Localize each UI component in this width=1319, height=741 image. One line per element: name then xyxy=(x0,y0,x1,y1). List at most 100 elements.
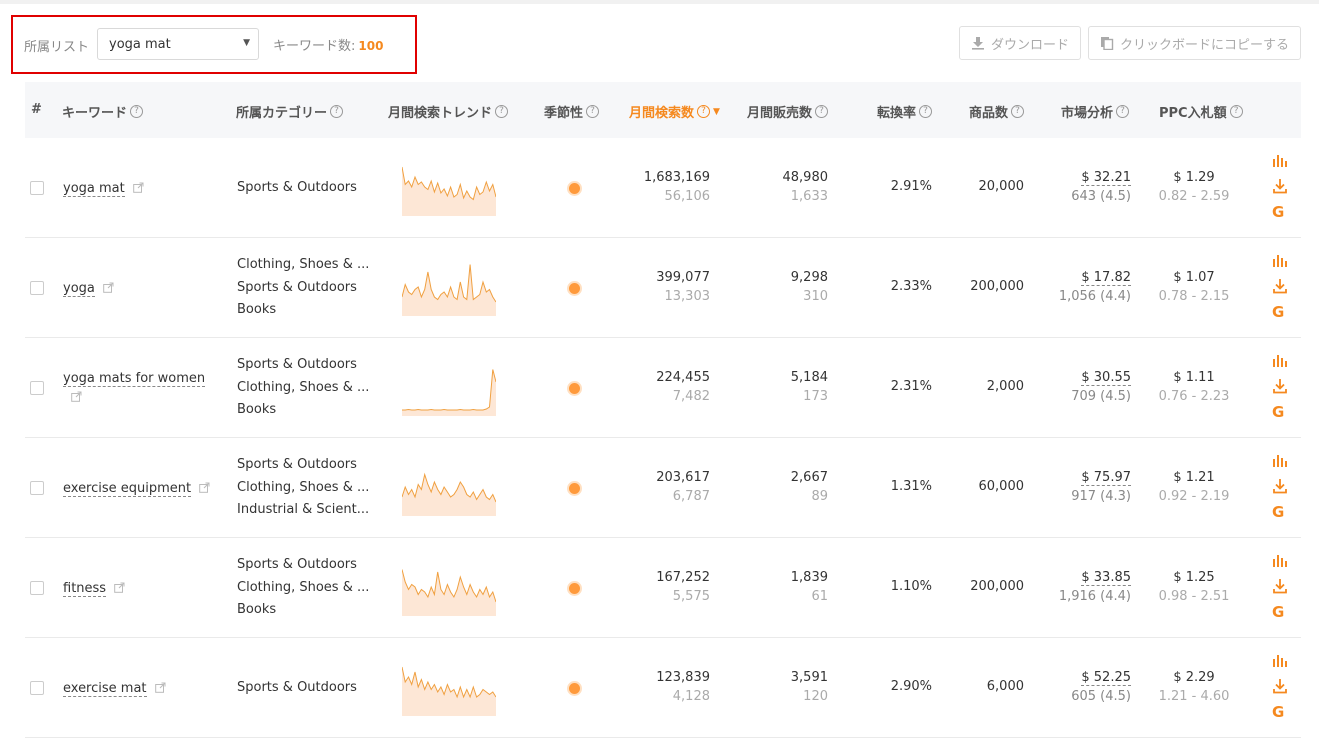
table-row: yoga mats for women Sports & Outdoors Clo… xyxy=(25,338,1301,438)
help-icon[interactable]: ? xyxy=(130,105,144,118)
seasonality-indicator[interactable] xyxy=(569,283,580,294)
conversion-rate: 2.31% xyxy=(890,379,932,394)
download-icon[interactable] xyxy=(1272,278,1288,294)
external-link-icon[interactable] xyxy=(114,580,125,599)
keyword-link[interactable]: yoga mat xyxy=(63,181,125,197)
bar-chart-icon[interactable] xyxy=(1272,452,1288,468)
trend-sparkline[interactable] xyxy=(402,258,496,316)
download-icon[interactable] xyxy=(1272,178,1288,194)
sort-desc-icon[interactable]: ▼ xyxy=(713,107,720,117)
row-checkbox[interactable] xyxy=(30,681,44,695)
daily-sales: 310 xyxy=(803,289,828,304)
seasonality-indicator[interactable] xyxy=(569,483,580,494)
market-cell: $ 30.55 709 (4.5) xyxy=(1035,368,1131,406)
google-icon[interactable]: G xyxy=(1272,204,1288,220)
keyword-cell: exercise mat xyxy=(63,679,213,699)
col-market[interactable]: 市場分析? xyxy=(1061,102,1130,121)
google-icon[interactable]: G xyxy=(1272,304,1288,320)
bar-chart-icon[interactable] xyxy=(1272,352,1288,368)
keyword-link[interactable]: fitness xyxy=(63,581,107,597)
keyword-cell: yoga mats for women xyxy=(63,369,213,408)
avg-price[interactable]: $ 32.21 xyxy=(1081,170,1131,186)
help-icon[interactable]: ? xyxy=(1011,105,1025,118)
avg-price[interactable]: $ 52.25 xyxy=(1081,670,1131,686)
monthly-searches: 1,683,169 xyxy=(643,170,710,185)
download-icon[interactable] xyxy=(1272,678,1288,694)
row-checkbox[interactable] xyxy=(30,181,44,195)
review-count: 917 (4.3) xyxy=(1071,489,1131,504)
conversion-rate: 2.90% xyxy=(890,679,932,694)
col-keyword[interactable]: キーワード? xyxy=(62,102,144,121)
external-link-icon[interactable] xyxy=(199,480,210,499)
row-checkbox[interactable] xyxy=(30,381,44,395)
help-icon[interactable]: ? xyxy=(1116,105,1130,118)
col-monthly-searches[interactable]: 月間検索数? ▼ xyxy=(629,102,720,121)
conversion-rate: 2.91% xyxy=(890,179,932,194)
category-item: Sports & Outdoors xyxy=(237,557,357,572)
download-icon[interactable] xyxy=(1272,478,1288,494)
help-icon[interactable]: ? xyxy=(1229,105,1243,118)
google-icon[interactable]: G xyxy=(1272,504,1288,520)
external-link-icon[interactable] xyxy=(103,280,114,299)
bar-chart-icon[interactable] xyxy=(1272,252,1288,268)
list-label: 所属リスト xyxy=(24,40,90,55)
col-ppc[interactable]: PPC入札額? xyxy=(1159,102,1243,121)
external-link-icon[interactable] xyxy=(154,680,166,699)
help-icon[interactable]: ? xyxy=(919,105,933,118)
external-link-icon[interactable] xyxy=(132,180,144,199)
monthly-sales-cell: 1,839 61 xyxy=(747,568,828,606)
download-icon[interactable] xyxy=(1272,578,1288,594)
seasonality-indicator[interactable] xyxy=(569,383,580,394)
avg-price[interactable]: $ 30.55 xyxy=(1081,370,1131,386)
monthly-sales-cell: 2,667 89 xyxy=(747,468,828,506)
keyword-link[interactable]: yoga mats for women xyxy=(63,371,206,387)
product-count: 6,000 xyxy=(986,679,1024,694)
help-icon[interactable]: ? xyxy=(697,105,711,118)
trend-sparkline[interactable] xyxy=(402,658,496,716)
trend-sparkline[interactable] xyxy=(402,558,496,616)
keyword-cell: fitness xyxy=(63,579,213,599)
external-link-icon[interactable] xyxy=(71,389,82,408)
help-icon[interactable]: ? xyxy=(815,105,829,118)
trend-sparkline[interactable] xyxy=(402,458,496,516)
monthly-sales: 1,839 xyxy=(790,570,828,585)
row-checkbox[interactable] xyxy=(30,481,44,495)
col-products[interactable]: 商品数? xyxy=(969,102,1025,121)
category-item: Clothing, Shoes & ... xyxy=(237,379,370,395)
list-select[interactable]: yoga mat ▼ xyxy=(97,28,259,60)
bar-chart-icon[interactable] xyxy=(1272,652,1288,668)
avg-price[interactable]: $ 17.82 xyxy=(1081,270,1131,286)
col-monthly-sales[interactable]: 月間販売数? xyxy=(747,102,829,121)
help-icon[interactable]: ? xyxy=(586,105,600,118)
col-category[interactable]: 所属カテゴリー? xyxy=(236,102,344,121)
copy-to-clipboard-button[interactable]: クリックボードにコピーする xyxy=(1088,26,1301,60)
ppc-range: 0.78 - 2.15 xyxy=(1158,289,1230,304)
col-seasonality[interactable]: 季節性? xyxy=(544,102,600,121)
category-cell: Sports & Outdoors xyxy=(237,677,377,700)
keyword-link[interactable]: yoga xyxy=(63,281,95,297)
col-conversion[interactable]: 転換率? xyxy=(877,102,933,121)
help-icon[interactable]: ? xyxy=(330,105,344,118)
bar-chart-icon[interactable] xyxy=(1272,152,1288,168)
bar-chart-icon[interactable] xyxy=(1272,552,1288,568)
trend-sparkline[interactable] xyxy=(402,358,496,416)
download-button[interactable]: ダウンロード xyxy=(959,26,1081,60)
row-checkbox[interactable] xyxy=(30,281,44,295)
col-trend[interactable]: 月間検索トレンド? xyxy=(388,102,509,121)
google-icon[interactable]: G xyxy=(1272,604,1288,620)
help-icon[interactable]: ? xyxy=(495,105,509,118)
google-icon[interactable]: G xyxy=(1272,704,1288,720)
google-icon[interactable]: G xyxy=(1272,404,1288,420)
ppc-cell: $ 1.29 0.82 - 2.59 xyxy=(1155,168,1233,206)
seasonality-indicator[interactable] xyxy=(569,583,580,594)
trend-sparkline[interactable] xyxy=(402,158,496,216)
seasonality-indicator[interactable] xyxy=(569,683,580,694)
seasonality-indicator[interactable] xyxy=(569,183,580,194)
download-icon[interactable] xyxy=(1272,378,1288,394)
avg-price[interactable]: $ 33.85 xyxy=(1081,570,1131,586)
avg-price[interactable]: $ 75.97 xyxy=(1081,470,1131,486)
table-row: exercise mat Sports & Outdoors 123,839 4… xyxy=(25,638,1301,738)
row-checkbox[interactable] xyxy=(30,581,44,595)
keyword-link[interactable]: exercise mat xyxy=(63,681,147,697)
keyword-link[interactable]: exercise equipment xyxy=(63,481,192,497)
